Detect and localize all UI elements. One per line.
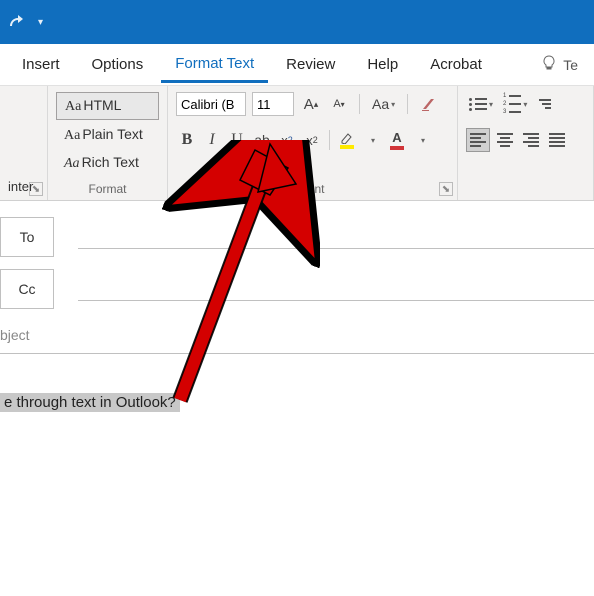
subject-label: bject	[0, 327, 30, 343]
format-group-label: Format	[56, 180, 159, 198]
title-bar: ▾	[0, 0, 594, 44]
numbering-button[interactable]: 1 2 3 ▾	[500, 92, 530, 116]
format-group: AaHTML AaPlain Text AaRich Text Format	[48, 86, 168, 200]
highlight-color-chip	[340, 145, 354, 149]
tell-me-search[interactable]: Te	[533, 55, 586, 74]
format-html-label: HTML	[83, 97, 121, 113]
change-case-icon: Aa	[372, 96, 389, 112]
clear-formatting-icon	[420, 95, 438, 113]
format-plain-label: Plain Text	[82, 126, 142, 142]
tab-help[interactable]: Help	[353, 48, 412, 81]
format-rich-button[interactable]: AaRich Text	[56, 150, 159, 176]
highlight-color-button[interactable]	[336, 128, 358, 152]
customize-qat-icon[interactable]: ▾	[38, 17, 43, 28]
bullets-icon	[469, 98, 487, 111]
to-field[interactable]	[78, 225, 594, 249]
tab-acrobat[interactable]: Acrobat	[416, 48, 496, 81]
lightbulb-icon	[541, 55, 557, 74]
bullets-button[interactable]: ▾	[466, 92, 496, 116]
shrink-font-button[interactable]: A▾	[328, 92, 350, 116]
font-size-select[interactable]	[252, 92, 294, 116]
bold-button[interactable]: B	[176, 128, 198, 152]
grow-font-button[interactable]: A▴	[300, 92, 322, 116]
selected-body-text: e through text in Outlook?	[0, 393, 180, 412]
font-color-dropdown[interactable]: ▾	[411, 128, 433, 152]
undo-icon[interactable]	[10, 13, 26, 32]
grow-font-icon: A	[304, 96, 314, 113]
superscript-2: 2	[313, 135, 318, 145]
superscript-button[interactable]: x2	[301, 128, 323, 152]
align-center-button[interactable]	[494, 128, 516, 152]
cc-field[interactable]	[78, 277, 594, 301]
subscript-2: 2	[288, 135, 293, 145]
align-left-icon	[470, 133, 486, 147]
highlighter-icon	[340, 132, 354, 144]
clipboard-group: inter ⬊	[0, 86, 48, 200]
subscript-button[interactable]: x2	[276, 128, 298, 152]
cc-button[interactable]: Cc	[0, 269, 54, 309]
tab-insert[interactable]: Insert	[8, 48, 74, 81]
align-right-button[interactable]	[520, 128, 542, 152]
to-button[interactable]: To	[0, 217, 54, 257]
highlight-dropdown[interactable]: ▾	[361, 128, 383, 152]
compose-area: To Cc bject e through text in Outlook?	[0, 201, 594, 411]
tab-format-text[interactable]: Format Text	[161, 47, 268, 83]
align-left-button[interactable]	[466, 128, 490, 152]
font-group: A▴ A▾ Aa▾ B I U ab x2 x2	[168, 86, 458, 200]
tab-review[interactable]: Review	[272, 48, 349, 81]
align-justify-icon	[549, 133, 565, 147]
format-rich-label: Rich Text	[82, 154, 139, 170]
underline-button[interactable]: U	[226, 128, 248, 152]
ribbon-tabs: Insert Options Format Text Review Help A…	[0, 44, 594, 86]
format-html-button[interactable]: AaHTML	[56, 92, 159, 120]
font-color-button[interactable]: A	[386, 128, 408, 152]
italic-button[interactable]: I	[201, 128, 223, 152]
shrink-font-icon: A	[333, 98, 340, 110]
clipboard-launcher-icon[interactable]: ⬊	[29, 182, 43, 196]
font-name-select[interactable]	[176, 92, 246, 116]
clear-formatting-button[interactable]	[417, 92, 441, 116]
font-color-chip	[390, 146, 404, 150]
multilevel-list-button[interactable]	[534, 92, 556, 116]
tab-options[interactable]: Options	[78, 48, 158, 81]
format-plain-button[interactable]: AaPlain Text	[56, 122, 159, 148]
tell-me-label: Te	[563, 57, 578, 73]
multilevel-icon	[539, 99, 551, 109]
paragraph-group: ▾ 1 2 3 ▾	[458, 86, 594, 200]
ribbon: inter ⬊ AaHTML AaPlain Text AaRich Text …	[0, 86, 594, 201]
align-right-icon	[523, 133, 539, 147]
align-justify-button[interactable]	[546, 128, 568, 152]
font-group-label: Font	[176, 180, 449, 198]
strikethrough-button[interactable]: ab	[251, 128, 273, 152]
change-case-button[interactable]: Aa▾	[369, 92, 398, 116]
message-body[interactable]: e through text in Outlook?	[0, 354, 594, 411]
numbering-icon: 1 2 3	[503, 93, 521, 115]
font-launcher-icon[interactable]: ⬊	[439, 182, 453, 196]
font-color-a-icon: A	[392, 130, 401, 145]
align-center-icon	[497, 133, 513, 147]
